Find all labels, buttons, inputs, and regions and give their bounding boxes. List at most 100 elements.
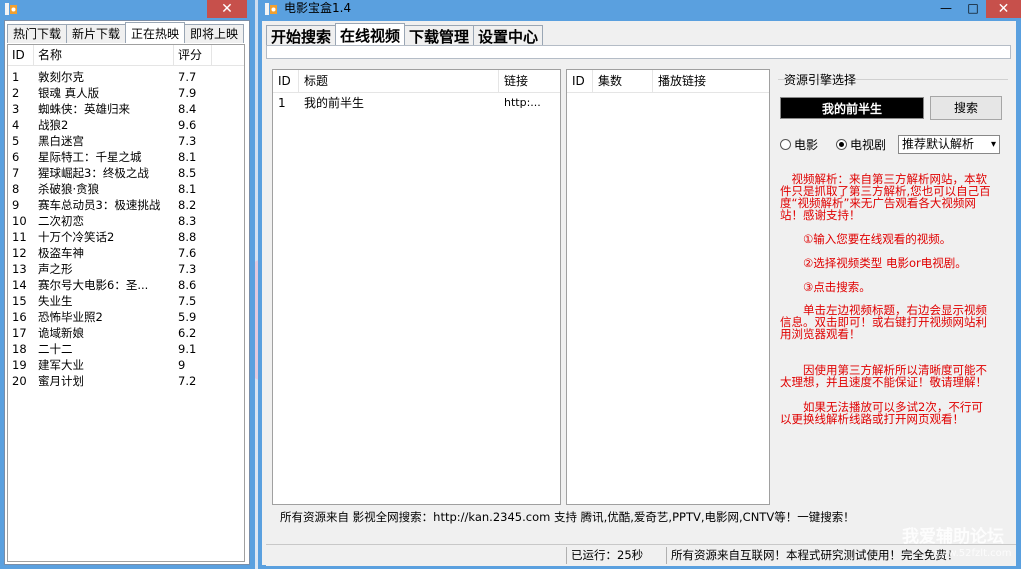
table-row[interactable]: 1 我的前半生 http:... xyxy=(273,94,560,112)
row-name: 极盗车神 xyxy=(38,246,84,260)
row-id: 18 xyxy=(12,342,27,356)
engine-label: 资源引擎选择 xyxy=(784,73,857,87)
video-results-table[interactable]: ID 标题 链接 1 我的前半生 http:... xyxy=(272,69,561,505)
table-row[interactable]: 9 赛车总动员3：极速挑战 8.2 xyxy=(8,197,244,213)
table-row[interactable]: 11 十万个冷笑话2 8.8 xyxy=(8,229,244,245)
row-score: 8.3 xyxy=(178,214,197,228)
help-paragraph: ①输入您要在线观看的视频。 xyxy=(780,232,952,246)
row-id: 12 xyxy=(12,246,27,260)
row-id: 20 xyxy=(12,374,27,388)
row-name: 建军大业 xyxy=(38,358,84,372)
tab-content-strip xyxy=(266,45,1011,59)
table-row[interactable]: 3 蜘蛛侠：英雄归来 8.4 xyxy=(8,101,244,117)
tab-online-video[interactable]: 在线视频 xyxy=(335,23,406,46)
left-window-titlebar[interactable]: ✕ xyxy=(0,0,255,18)
tab-download-manager[interactable]: 下载管理 xyxy=(404,25,475,46)
left-window-close-button[interactable]: ✕ xyxy=(207,0,247,18)
table-row[interactable]: 19 建军大业 9 xyxy=(8,357,244,373)
radio-movie-label[interactable]: 电影 xyxy=(794,136,818,153)
maximize-button[interactable]: □ xyxy=(960,0,986,18)
row-id: 5 xyxy=(12,134,20,148)
row-score: 8.5 xyxy=(178,166,197,180)
radio-movie[interactable] xyxy=(780,139,791,150)
column-header-id[interactable]: ID xyxy=(273,70,299,92)
row-id: 17 xyxy=(12,326,27,340)
row-name: 十万个冷笑话2 xyxy=(38,230,115,244)
row-score: 7.3 xyxy=(178,262,197,276)
left-tabs: 热门下载 新片下载 正在热映 即将上映 xyxy=(7,22,245,44)
row-name: 星际特工：千星之城 xyxy=(38,150,142,164)
minimize-button[interactable]: — xyxy=(932,0,960,18)
row-score: 9.1 xyxy=(178,342,197,356)
table-row[interactable]: 18 二十二 9.1 xyxy=(8,341,244,357)
row-id: 16 xyxy=(12,310,27,324)
parser-select[interactable]: 推荐默认解析 ▾ xyxy=(898,135,1000,154)
row-name: 失业生 xyxy=(38,294,73,308)
row-id: 10 xyxy=(12,214,27,228)
row-id: 1 xyxy=(12,70,20,84)
table-row[interactable]: 20 蜜月计划 7.2 xyxy=(8,373,244,389)
row-id: 3 xyxy=(12,102,20,116)
radio-tv-label[interactable]: 电视剧 xyxy=(850,136,886,153)
footer-info: 所有资源来自 影视全网搜索：http://kan.2345.com 支持 腾讯,… xyxy=(280,510,855,524)
column-header-play-link[interactable]: 播放链接 xyxy=(653,70,769,92)
movie-list-header: ID 名称 评分 xyxy=(8,45,244,66)
table-row[interactable]: 13 声之形 7.3 xyxy=(8,261,244,277)
episode-table[interactable]: ID 集数 播放链接 xyxy=(566,69,770,505)
row-name: 赛车总动员3：极速挑战 xyxy=(38,198,161,212)
tab-new-downloads[interactable]: 新片下载 xyxy=(66,24,127,43)
watermark-url: www.52fzlt.com xyxy=(932,548,1012,559)
row-name: 敦刻尔克 xyxy=(38,70,84,84)
app-icon xyxy=(5,3,17,15)
table-row[interactable]: 15 失业生 7.5 xyxy=(8,293,244,309)
help-paragraph: 如果无法播放可以多试2次，不行可以更换线解析线路或打开网页观看！ xyxy=(780,400,983,426)
column-header-episode[interactable]: 集数 xyxy=(593,70,653,92)
main-window-titlebar[interactable]: 电影宝盒1.4 — □ ✕ xyxy=(258,0,1021,18)
row-id: 13 xyxy=(12,262,27,276)
column-header-id[interactable]: ID xyxy=(567,70,593,92)
row-name: 杀破狼·贪狼 xyxy=(38,182,100,196)
row-score: 7.3 xyxy=(178,134,197,148)
row-id: 14 xyxy=(12,278,27,292)
row-id: 11 xyxy=(12,230,27,244)
tab-settings[interactable]: 设置中心 xyxy=(473,25,544,46)
table-row[interactable]: 4 战狼2 9.6 xyxy=(8,117,244,133)
movie-list-window: ✕ 热门下载 新片下载 正在热映 即将上映 ID 名称 评分 1 敦刻尔克 7.7 2… xyxy=(0,0,255,569)
help-paragraph: 视频解析：来自第三方解析网站，本软件只是抓取了第三方解析,您也可以自己百度“视频… xyxy=(780,172,991,222)
tab-now-showing[interactable]: 正在热映 xyxy=(125,22,186,43)
tab-hot-downloads[interactable]: 热门下载 xyxy=(7,24,68,43)
table-row[interactable]: 6 星际特工：千星之城 8.1 xyxy=(8,149,244,165)
row-score: 8.8 xyxy=(178,230,197,244)
table-row[interactable]: 14 赛尔号大电影6：圣... 8.6 xyxy=(8,277,244,293)
radio-tv[interactable] xyxy=(836,139,847,150)
row-id: 4 xyxy=(12,118,20,132)
table-row[interactable]: 5 黑白迷宫 7.3 xyxy=(8,133,244,149)
table-row[interactable]: 12 极盗车神 7.6 xyxy=(8,245,244,261)
table-row[interactable]: 17 诡域新娘 6.2 xyxy=(8,325,244,341)
column-header-score[interactable]: 评分 xyxy=(174,45,212,65)
table-row[interactable]: 1 敦刻尔克 7.7 xyxy=(8,69,244,85)
table-row[interactable]: 8 杀破狼·贪狼 8.1 xyxy=(8,181,244,197)
row-link: http:... xyxy=(504,96,541,109)
window-title: 电影宝盒1.4 xyxy=(284,1,352,15)
column-header-title[interactable]: 标题 xyxy=(299,70,499,92)
row-title: 我的前半生 xyxy=(304,96,365,110)
row-score: 7.6 xyxy=(178,246,197,260)
movie-list[interactable]: ID 名称 评分 1 敦刻尔克 7.7 2 银魂 真人版 7.9 3 蜘蛛侠：英雄归来 8.4 4… xyxy=(7,44,245,562)
main-window-close-button[interactable]: ✕ xyxy=(986,0,1021,18)
tab-start-search[interactable]: 开始搜索 xyxy=(266,25,337,46)
row-id: 9 xyxy=(12,198,20,212)
search-button[interactable]: 搜索 xyxy=(930,96,1002,120)
table-row[interactable]: 7 猩球崛起3：终极之战 8.5 xyxy=(8,165,244,181)
row-score: 7.5 xyxy=(178,294,197,308)
table-row[interactable]: 16 恐怖毕业照2 5.9 xyxy=(8,309,244,325)
search-input[interactable]: 我的前半生 xyxy=(780,97,924,119)
column-header-id[interactable]: ID xyxy=(8,45,34,65)
table-row[interactable]: 10 二次初恋 8.3 xyxy=(8,213,244,229)
episode-table-header: ID 集数 播放链接 xyxy=(567,70,769,93)
tab-coming-soon[interactable]: 即将上映 xyxy=(184,24,245,43)
column-header-link[interactable]: 链接 xyxy=(499,70,560,92)
row-name: 战狼2 xyxy=(38,118,69,132)
table-row[interactable]: 2 银魂 真人版 7.9 xyxy=(8,85,244,101)
column-header-name[interactable]: 名称 xyxy=(34,45,174,65)
